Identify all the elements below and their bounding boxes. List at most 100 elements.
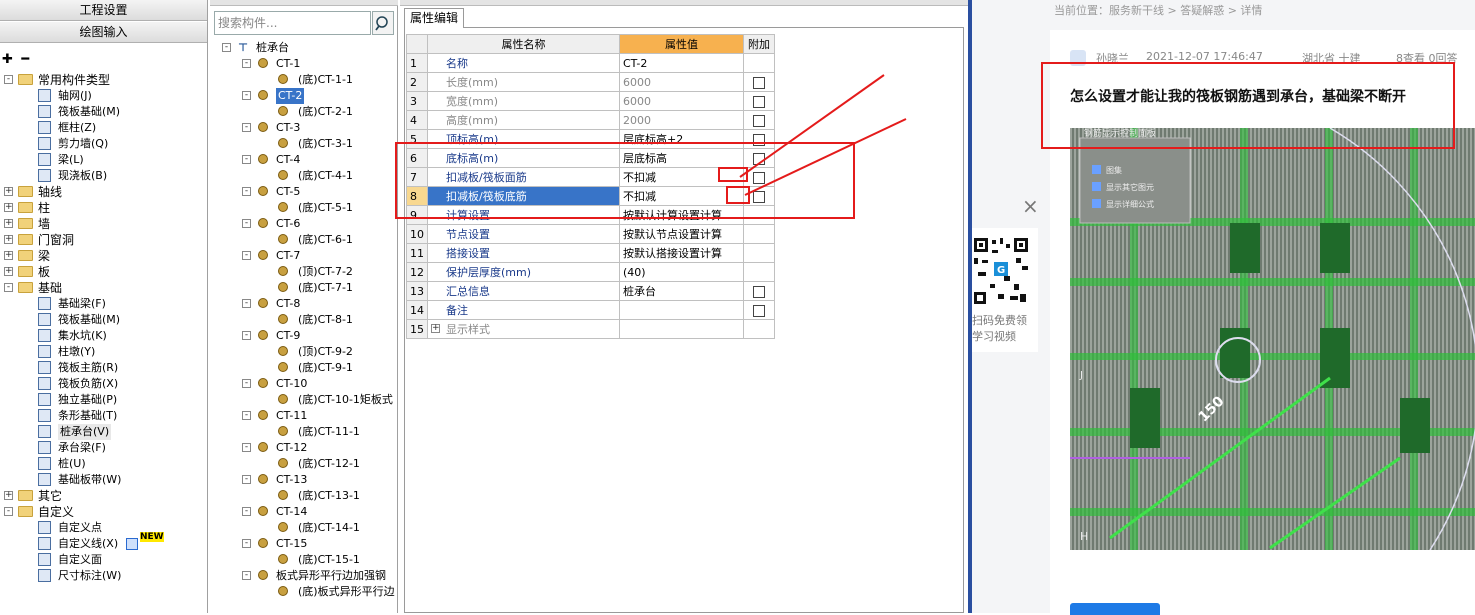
property-name-cell[interactable]: 保护层厚度(mm) [427,262,620,282]
component-type-item[interactable]: - 常用构件类型 [0,72,207,88]
property-row[interactable]: 14 备注 [406,300,775,320]
component-type-item[interactable]: 集水坑(K) [0,328,207,344]
component-type-item[interactable]: 自定义线(X) NEW [0,532,207,552]
add-checkbox[interactable] [753,285,765,298]
property-value-cell[interactable]: 按默认节点设置计算 [619,224,744,244]
component-type-item[interactable]: 桩(U) [0,456,207,472]
collapse-icon[interactable]: - [242,59,251,68]
collapse-icon[interactable]: - [242,411,251,420]
collapse-icon[interactable]: - [242,539,251,548]
component-type-item[interactable]: 筏板基础(M) [0,312,207,328]
component-type-item[interactable]: + 柱 [0,200,207,216]
property-value-cell[interactable]: CT-2 [619,53,744,73]
property-name-cell[interactable]: 搭接设置 [427,243,620,263]
component-type-item[interactable]: 轴网(J) [0,88,207,104]
drawing-input-header[interactable]: 绘图输入 [0,22,207,43]
component-type-item[interactable]: + 墙 [0,216,207,232]
component-type-item[interactable]: - 基础 [0,280,207,296]
property-name-cell[interactable]: 节点设置 [427,224,620,244]
expand-icon[interactable]: + [4,491,13,500]
expand-icon[interactable]: + [4,219,13,228]
property-name-cell[interactable]: 名称 [427,53,620,73]
collapse-icon[interactable]: - [242,219,251,228]
component-type-item[interactable]: 条形基础(T) [0,408,207,424]
property-value-cell[interactable]: 2000 [619,110,744,130]
property-name-cell[interactable]: 高度(mm) [427,110,620,130]
collapse-icon[interactable]: - [242,187,251,196]
property-name-cell[interactable]: 长度(mm) [427,72,620,92]
component-type-item[interactable]: 柱墩(Y) [0,344,207,360]
component-type-item[interactable]: 筏板主筋(R) [0,360,207,376]
answer-button[interactable] [1070,603,1160,615]
component-type-item[interactable]: 基础梁(F) [0,296,207,312]
property-row[interactable]: 4 高度(mm) 2000 [406,110,775,130]
property-name-cell[interactable]: 宽度(mm) [427,91,620,111]
collapse-icon[interactable]: - [242,507,251,516]
expand-icon[interactable]: + [4,235,13,244]
property-row[interactable]: 11 搭接设置 按默认搭接设置计算 [406,243,775,263]
property-value-cell[interactable]: 按默认搭接设置计算 [619,243,744,263]
project-settings-header[interactable]: 工程设置 [0,0,207,21]
component-type-item[interactable]: + 门窗洞 [0,232,207,248]
add-checkbox[interactable] [753,95,765,108]
collapse-icon[interactable]: - [242,91,251,100]
property-value-cell[interactable] [619,300,744,320]
expand-icon[interactable]: + [4,251,13,260]
collapse-icon[interactable]: - [242,331,251,340]
collapse-icon[interactable]: - [242,155,251,164]
collapse-icon[interactable]: - [222,43,231,52]
collapse-icon[interactable]: - [242,123,251,132]
property-row[interactable]: 3 宽度(mm) 6000 [406,91,775,111]
collapse-icon[interactable]: - [242,571,251,580]
search-button[interactable] [372,11,394,35]
property-row[interactable]: 10 节点设置 按默认节点设置计算 [406,224,775,244]
property-row[interactable]: 1 名称 CT-2 [406,53,775,73]
property-value-cell[interactable]: 6000 [619,72,744,92]
property-name-cell[interactable]: + 显示样式 [427,319,620,339]
add-checkbox[interactable] [753,304,765,317]
component-type-item[interactable]: 框柱(Z) [0,120,207,136]
component-type-item[interactable]: 筏板负筋(X) [0,376,207,392]
property-name-cell[interactable]: 备注 [427,300,620,320]
close-qr-icon[interactable]: × [1022,196,1039,216]
tab-property-edit[interactable]: 属性编辑 [404,8,464,28]
property-row[interactable]: 12 保护层厚度(mm) (40) [406,262,775,282]
expand-icon[interactable]: + [4,203,13,212]
add-checkbox[interactable] [753,76,765,89]
component-type-item[interactable]: 剪力墙(Q) [0,136,207,152]
component-type-item[interactable]: 自定义点 [0,520,207,536]
component-type-item[interactable]: 尺寸标注(W) [0,568,207,584]
component-type-item[interactable]: 筏板基础(M) [0,104,207,120]
add-checkbox[interactable] [753,114,765,127]
component-type-item[interactable]: 自定义面 [0,552,207,568]
property-row[interactable]: 13 汇总信息 桩承台 [406,281,775,301]
property-value-cell[interactable]: 桩承台 [619,281,744,301]
collapse-icon[interactable]: - [242,443,251,452]
collapse-icon[interactable]: - [242,299,251,308]
component-type-item[interactable]: 基础板带(W) [0,472,207,488]
collapse-icon[interactable]: - [242,251,251,260]
component-type-item[interactable]: - 自定义 [0,504,207,520]
component-type-item[interactable]: 桩承台(V) [0,424,207,440]
component-type-item[interactable]: 独立基础(P) [0,392,207,408]
component-type-item[interactable]: 梁(L) [0,152,207,168]
property-value-cell[interactable] [619,319,744,339]
component-type-item[interactable]: + 轴线 [0,184,207,200]
expand-icon[interactable]: + [431,324,440,333]
expand-icon[interactable]: + [4,187,13,196]
collapse-icon[interactable]: - [4,75,13,84]
collapse-icon[interactable]: - [4,283,13,292]
expand-collapse-all-icon[interactable]: ✚ ━ [2,52,31,67]
search-input[interactable]: 搜索构件... [214,11,371,35]
property-value-cell[interactable]: (40) [619,262,744,282]
expand-icon[interactable]: + [4,267,13,276]
component-type-item[interactable]: + 板 [0,264,207,280]
collapse-icon[interactable]: - [4,507,13,516]
property-value-cell[interactable]: 6000 [619,91,744,111]
collapse-icon[interactable]: - [242,475,251,484]
component-type-item[interactable]: 承台梁(F) [0,440,207,456]
component-type-item[interactable]: + 其它 [0,488,207,504]
component-type-item[interactable]: + 梁 [0,248,207,264]
property-row[interactable]: 15 + 显示样式 [406,319,775,339]
question-screenshot[interactable]: 钢筋显示控制面板 图集 显示其它图元 显示详细公式 150 J H [1070,128,1475,550]
